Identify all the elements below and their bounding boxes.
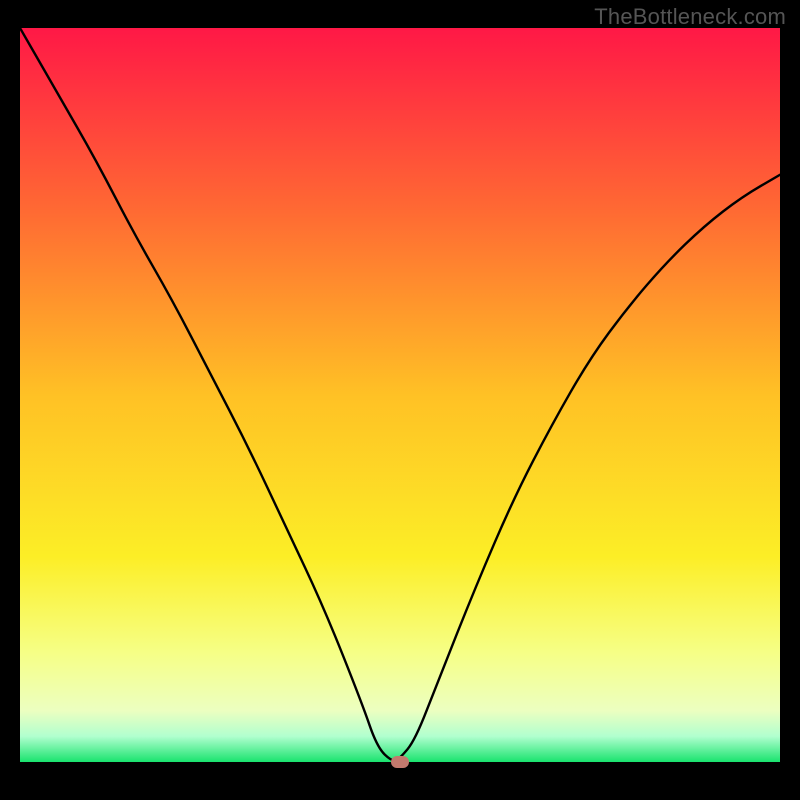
bottleneck-curve (20, 28, 780, 762)
plot-area (20, 28, 780, 762)
optimal-marker (391, 756, 409, 768)
watermark-label: TheBottleneck.com (594, 4, 786, 30)
chart-frame: TheBottleneck.com (0, 0, 800, 800)
